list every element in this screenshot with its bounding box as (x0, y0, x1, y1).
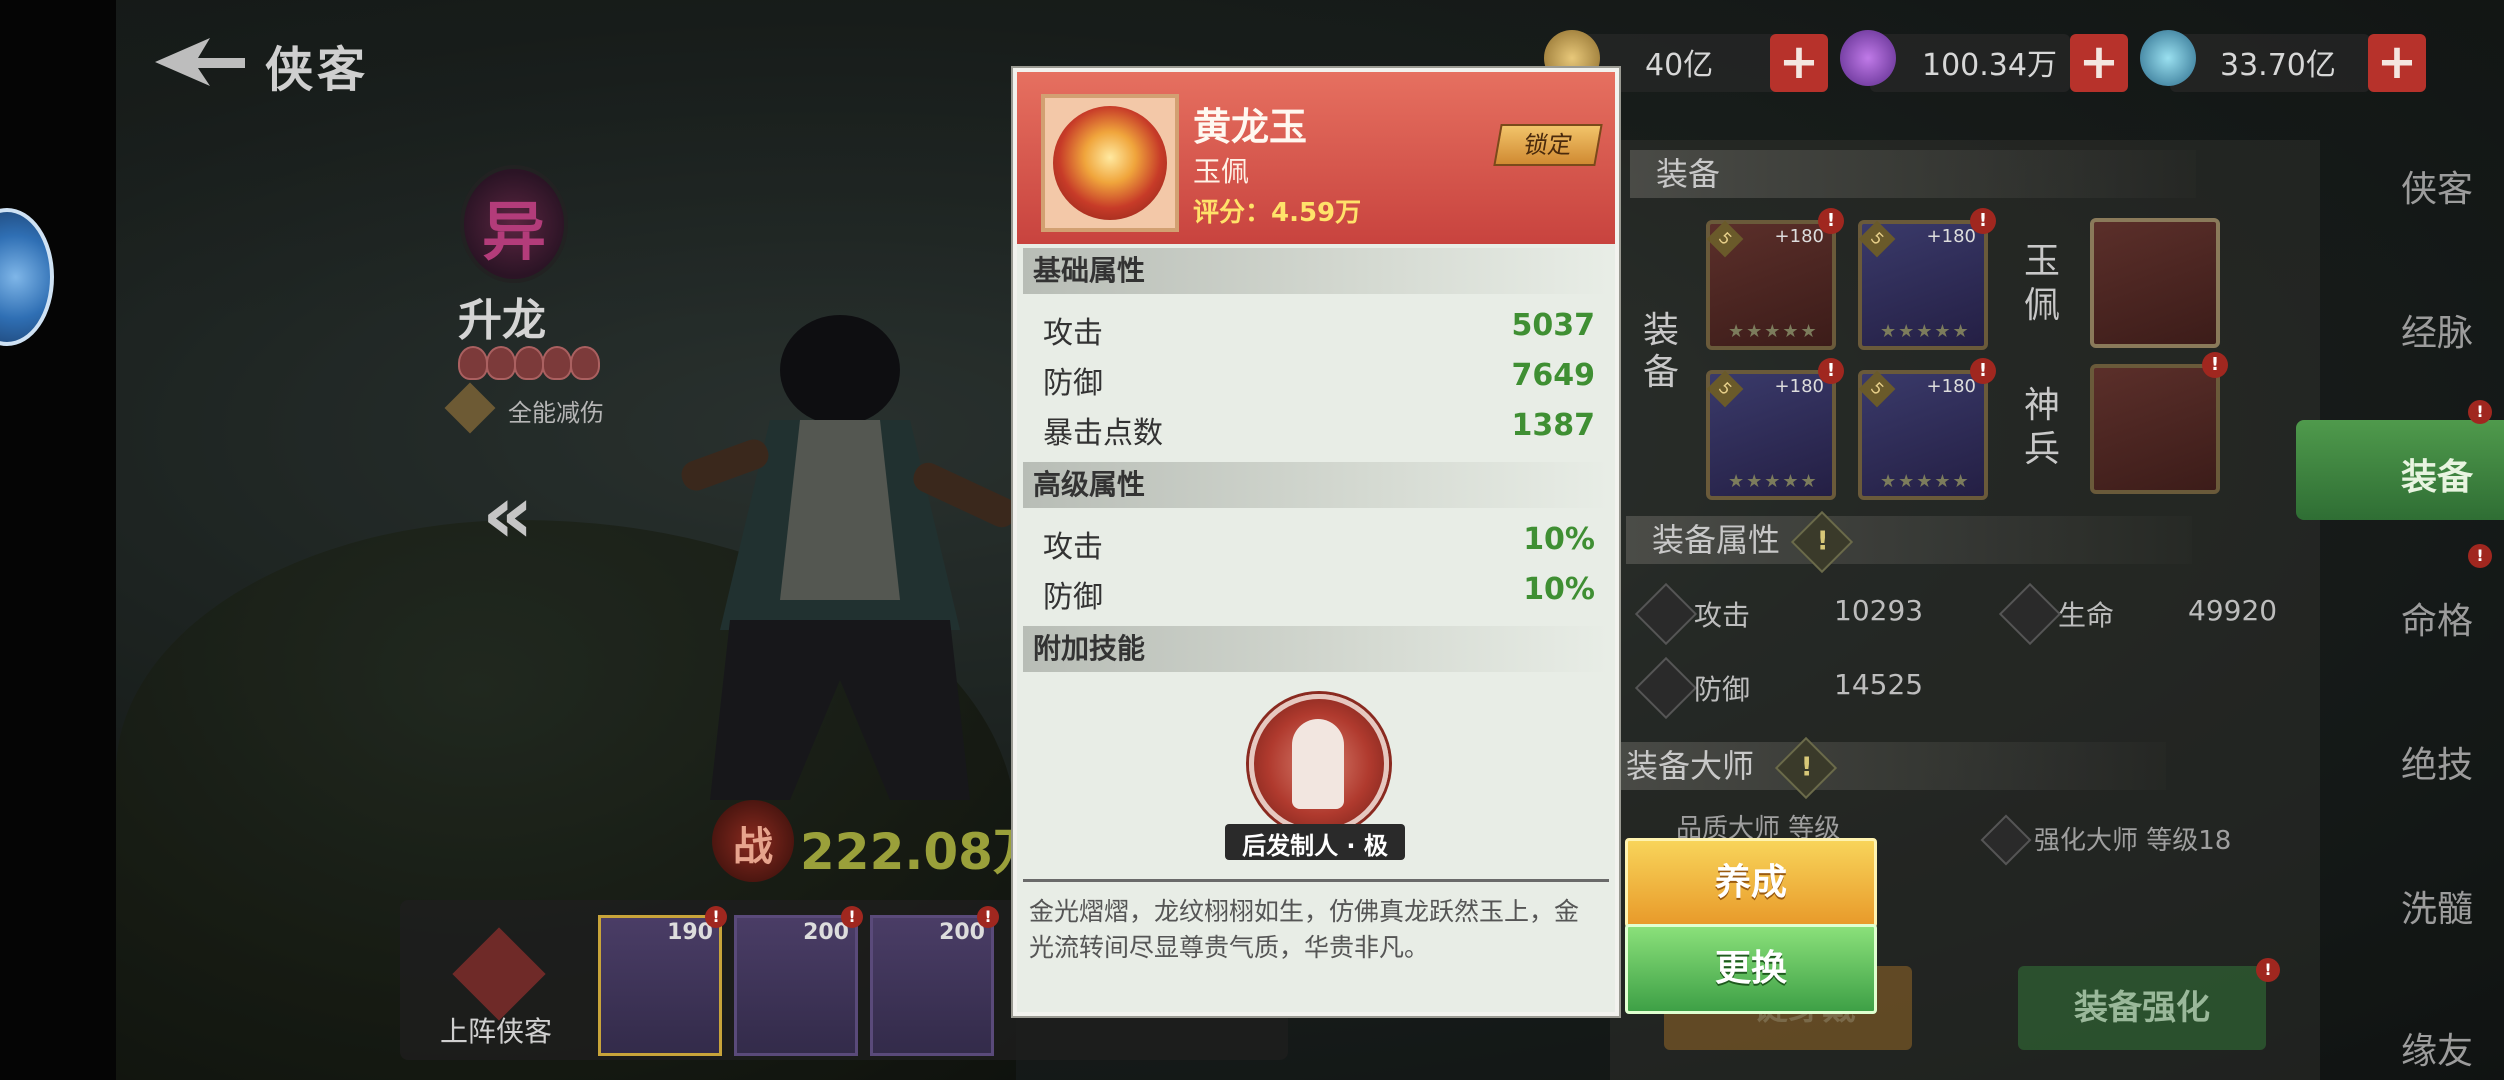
back-arrow-icon[interactable] (150, 34, 250, 90)
advanced-stat-value: 10% (1523, 572, 1595, 607)
attr-attack-value: 10293 (1834, 594, 1924, 627)
jade-slot-label: 玉佩 (2023, 241, 2060, 326)
hero-star-icon (514, 346, 544, 380)
currency-orb-value: 33.70亿 (2220, 48, 2336, 83)
deploy-hero-label[interactable]: 上阵侠客 (440, 1010, 552, 1050)
combat-power-value: 222.08万 (800, 823, 1043, 881)
equip-slot-boots[interactable]: 5 +180 ★★★★★! (1858, 358, 1996, 500)
item-name: 黄龙玉 (1193, 105, 1308, 149)
basic-stat-value: 7649 (1511, 358, 1596, 393)
add-gold-button[interactable]: + (1770, 34, 1828, 92)
equip-side-label: 装备 (1643, 310, 1680, 393)
equip-slot-armor[interactable]: 5 +180 ★★★★★! (1858, 208, 1996, 350)
equip-section-header: 装备 (1630, 150, 2196, 198)
nav-meridian[interactable]: 经脉 (2370, 304, 2504, 356)
enhance-equip-button[interactable]: 装备强化 (2018, 966, 2266, 1050)
hero-star-icon (542, 346, 572, 380)
hero-trait-label: 全能减伤 (508, 399, 604, 427)
skill-figure-icon (1292, 719, 1344, 809)
basic-stat-label: 防御 (1043, 366, 1103, 401)
enhance-master-label: 强化大师 等级18 (2034, 826, 2232, 856)
divider (1023, 879, 1609, 882)
hero-star-icon (458, 346, 488, 380)
equip-slot-weapon[interactable]: 5 +180 ★★★★★! (1706, 208, 1844, 350)
weapon-slot-label: 神兵 (2023, 385, 2060, 470)
combat-power-icon: 战 (712, 800, 794, 882)
basic-stat-value: 1387 (1511, 408, 1596, 443)
replace-button[interactable]: 更换 (1625, 924, 1877, 1014)
skill-name: 后发制人 · 极 (1242, 832, 1388, 860)
advanced-stat-value: 10% (1523, 522, 1595, 557)
extra-skill-header: 附加技能 (1023, 626, 1609, 672)
hero-card[interactable]: 200! (870, 906, 999, 1056)
attr-defense-value: 14525 (1834, 668, 1924, 701)
nav-hero[interactable]: 侠客 (2370, 160, 2504, 212)
page-title: 侠客 (265, 42, 370, 98)
advanced-stat-label: 攻击 (1043, 530, 1103, 565)
left-letterbox (0, 0, 116, 1080)
currency-gold-value: 40亿 (1645, 48, 1714, 83)
equip-master-header: 装备大师 (1600, 742, 2166, 790)
basic-stat-value: 5037 (1511, 308, 1596, 343)
attr-defense-label: 防御 (1694, 673, 1751, 706)
previous-hero-chevron-icon[interactable]: « (482, 468, 534, 561)
attr-attack-label: 攻击 (1694, 599, 1751, 632)
attr-life-value: 49920 (2188, 594, 2278, 627)
basic-stat-label: 攻击 (1043, 316, 1103, 351)
hero-name: 升龙 (458, 295, 546, 346)
currency-gem-value: 100.34万 (1922, 48, 2057, 83)
jade-pendant-icon (1053, 106, 1167, 220)
equip-slot-helmet[interactable]: 5 +180 ★★★★★! (1706, 358, 1844, 500)
basic-stat-label: 暴击点数 (1043, 416, 1163, 451)
advanced-attr-header: 高级属性 (1023, 462, 1609, 508)
nav-marrow[interactable]: 洗髓 (2370, 880, 2504, 932)
hero-card[interactable]: 200! (734, 906, 863, 1056)
hero-card[interactable]: 190! (598, 906, 727, 1056)
equip-slot-divine-weapon[interactable]: ! (2090, 352, 2228, 494)
purple-gem-icon (1840, 30, 1896, 86)
notification-dot: ! (2468, 400, 2492, 424)
nav-friends[interactable]: 缘友 (2370, 1022, 2504, 1074)
equip-slot-jade[interactable] (2090, 218, 2220, 348)
hero-star-icon (570, 346, 600, 380)
item-score: 评分：4.59万 (1193, 198, 1362, 228)
notification-dot: ! (2256, 958, 2280, 982)
cultivate-button[interactable]: 养成 (1625, 838, 1877, 928)
add-orb-button[interactable]: + (2368, 34, 2426, 92)
nav-equipment[interactable]: 装备 (2370, 448, 2504, 500)
attr-life-label: 生命 (2058, 599, 2115, 632)
advanced-stat-label: 防御 (1043, 580, 1103, 615)
item-icon-frame (1041, 94, 1179, 232)
nav-ultimate[interactable]: 绝技 (2370, 736, 2504, 788)
item-detail-popup: 黄龙玉 玉佩 评分：4.59万 锁定 基础属性 攻击 5037 防御 7649 … (1013, 68, 1619, 1016)
lock-button[interactable]: 锁定 (1493, 124, 1603, 166)
blue-orb-icon (2140, 30, 2196, 86)
equip-attr-header: 装备属性 (1626, 516, 2192, 564)
item-type: 玉佩 (1193, 155, 1250, 188)
hero-star-icon (486, 346, 516, 380)
item-description: 金光熠熠，龙纹栩栩如生，仿佛真龙跃然玉上，金光流转间尽显尊贵气质，华贵非凡。 (1029, 897, 1580, 962)
add-gem-button[interactable]: + (2070, 34, 2128, 92)
nav-destiny[interactable]: 命格 (2370, 592, 2504, 644)
basic-attr-header: 基础属性 (1023, 248, 1609, 294)
hero-faction-emblem: 异 (460, 165, 568, 283)
notification-dot: ! (2468, 544, 2492, 568)
skill-icon[interactable] (1249, 694, 1389, 834)
